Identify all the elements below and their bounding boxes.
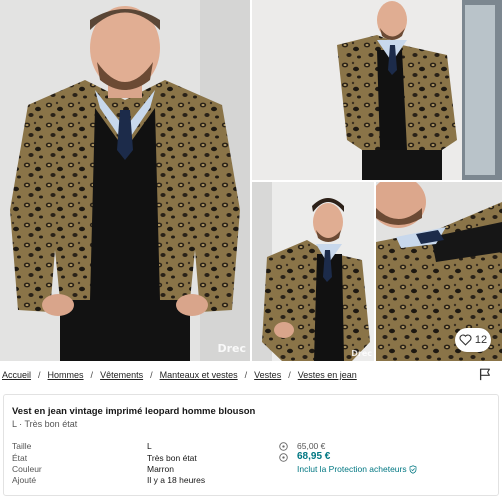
watermark: Drec [217, 342, 246, 355]
breadcrumb-men[interactable]: Hommes [48, 370, 84, 380]
shield-icon [409, 464, 416, 474]
detail-value: Il y a 18 heures [147, 475, 206, 485]
breadcrumb-separator: / [150, 370, 153, 380]
item-details-card: Vest en jean vintage imprimé leopard hom… [3, 394, 499, 496]
detail-value: Marron [147, 464, 174, 474]
buyer-protection-link[interactable]: Inclut la Protection acheteurs [297, 464, 417, 474]
main-photo[interactable]: Drec [0, 0, 250, 361]
close-up-photo[interactable]: 12 [376, 182, 502, 361]
price-original: 65,00 € [297, 441, 326, 451]
side-photo[interactable] [252, 0, 502, 180]
info-icon[interactable] [279, 453, 288, 462]
favorites-count: 12 [474, 334, 488, 346]
watermark-small: Drec [351, 349, 372, 358]
breadcrumb-separator: / [38, 370, 41, 380]
flag-icon[interactable] [478, 367, 492, 381]
buyer-protection-label: Inclut la Protection acheteurs [297, 464, 407, 474]
detail-label: État [12, 453, 28, 463]
breadcrumb: Accueil / Hommes / Vêtements / Manteaux … [2, 366, 472, 384]
price-total: 68,95 € [297, 451, 331, 462]
breadcrumb-clothing[interactable]: Vêtements [100, 370, 143, 380]
item-title: Vest en jean vintage imprimé leopard hom… [12, 406, 256, 417]
detail-label: Couleur [12, 464, 42, 474]
detail-value: Très bon état [147, 453, 197, 463]
full-body-photo[interactable]: Drec [252, 182, 374, 361]
photo-gallery: Drec Drec 12 [0, 0, 502, 361]
detail-label: Taille [12, 441, 32, 451]
detail-value: L [147, 441, 152, 451]
detail-label: Ajouté [12, 475, 37, 485]
breadcrumb-coats-jackets[interactable]: Manteaux et vestes [160, 370, 238, 380]
info-icon[interactable] [279, 442, 288, 451]
breadcrumb-separator: / [90, 370, 94, 380]
breadcrumb-home[interactable]: Accueil [2, 370, 31, 380]
breadcrumb-denim-jackets[interactable]: Vestes en jean [298, 370, 357, 380]
favorite-button[interactable]: 12 [455, 328, 491, 352]
breadcrumb-jackets[interactable]: Vestes [254, 370, 281, 380]
breadcrumb-separator: / [288, 370, 291, 380]
item-subtitle: L · Très bon état [12, 419, 78, 429]
breadcrumb-separator: / [244, 370, 248, 380]
heart-icon [459, 334, 472, 346]
